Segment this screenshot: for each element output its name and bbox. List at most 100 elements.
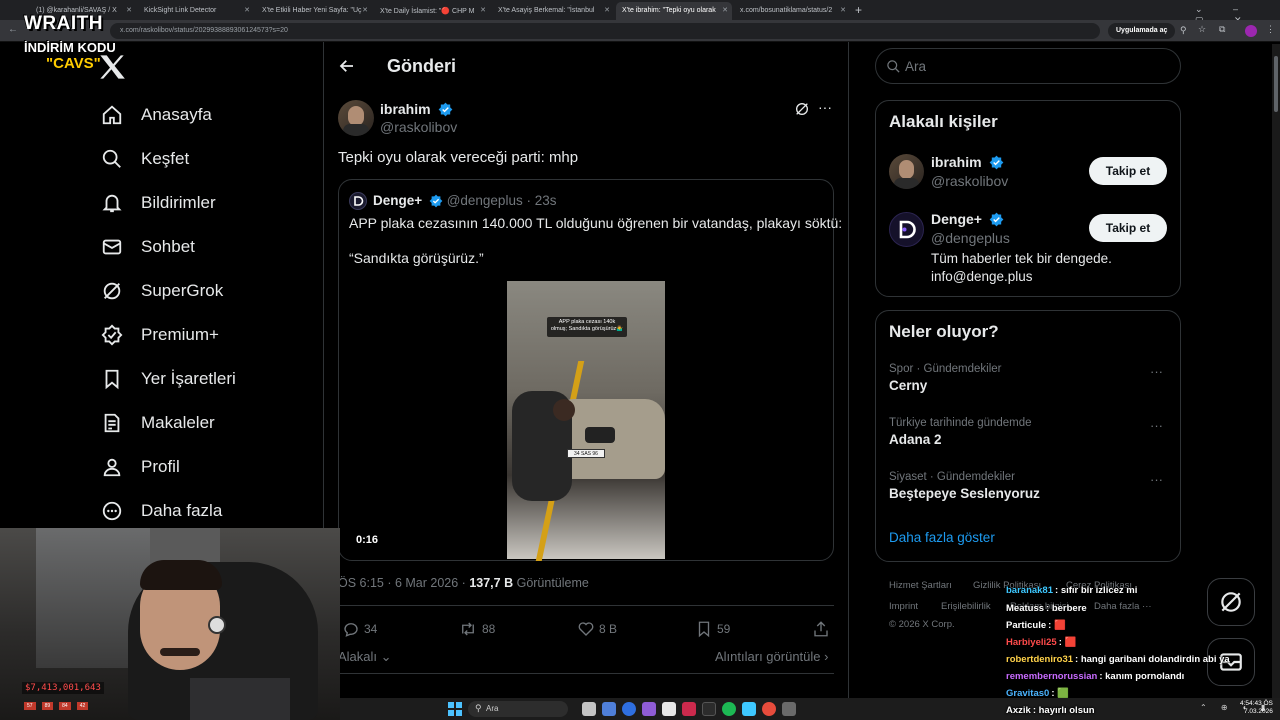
nav-notifications[interactable]: Bildirimler xyxy=(100,185,216,221)
person-handle[interactable]: @raskolibov xyxy=(931,173,1008,189)
footer-more-link[interactable]: Daha fazla ··· xyxy=(1094,601,1152,612)
sort-dropdown[interactable]: Alakalı ⌄ xyxy=(338,649,392,665)
extensions-icon[interactable]: ⧉ xyxy=(1219,24,1225,35)
zoom-icon[interactable]: ⚲ xyxy=(1180,25,1187,36)
url-field[interactable]: x.com/raskolibov/status/2029938889306124… xyxy=(110,23,1100,39)
footer-imprint-link[interactable]: Imprint xyxy=(889,601,918,612)
person-name-row[interactable]: Denge+ xyxy=(931,211,1004,229)
more-options-icon[interactable]: ··· xyxy=(818,99,832,115)
show-more-link[interactable]: Daha fazla göster xyxy=(889,530,995,545)
back-arrow-icon[interactable] xyxy=(338,57,356,75)
share-button[interactable] xyxy=(812,620,830,638)
footer-terms-link[interactable]: Hizmet Şartları xyxy=(889,580,952,591)
windows-start-icon[interactable] xyxy=(448,702,462,716)
close-icon[interactable]: ✕ xyxy=(362,6,368,14)
app-icon[interactable] xyxy=(582,702,596,716)
nav-articles[interactable]: Makaleler xyxy=(100,405,215,441)
browser-tab[interactable]: X'te Asayiş Berkemal: "İstanbul ✕ xyxy=(492,2,614,20)
close-icon[interactable]: ✕ xyxy=(480,6,486,14)
scrollbar[interactable] xyxy=(1272,44,1280,698)
app-icon[interactable] xyxy=(602,702,616,716)
view-count: 137,7 B xyxy=(469,576,514,590)
chat-message: remembernorussian: kanım pornolandı xyxy=(1006,671,1184,682)
nav-explore[interactable]: Keşfet xyxy=(100,141,189,177)
nav-bookmarks[interactable]: Yer İşaretleri xyxy=(100,361,236,397)
article-icon xyxy=(100,411,124,435)
grok-fab[interactable] xyxy=(1207,578,1255,626)
nav-more[interactable]: Daha fazla xyxy=(100,493,222,529)
open-in-app-button[interactable]: Uygulamada aç xyxy=(1108,23,1176,39)
app-icon[interactable] xyxy=(742,702,756,716)
trend-more-icon[interactable]: ··· xyxy=(1150,418,1163,433)
app-icon[interactable] xyxy=(662,702,676,716)
close-icon[interactable]: ✕ xyxy=(604,6,610,14)
search-icon xyxy=(886,59,901,74)
close-icon[interactable]: ✕ xyxy=(244,6,250,14)
back-icon[interactable]: ← xyxy=(8,24,18,35)
person-avatar[interactable] xyxy=(889,212,924,247)
author-handle[interactable]: @raskolibov xyxy=(380,119,457,135)
footer-accessibility-link[interactable]: Erişilebilirlik xyxy=(941,601,991,612)
post-timestamp[interactable]: ÖS 6:15 · 6 Mar 2026 · xyxy=(338,576,466,590)
app-icon[interactable] xyxy=(702,702,716,716)
bookmark-button[interactable]: 59 xyxy=(695,620,730,638)
browser-tab-active[interactable]: X'te ibrahim: "Tepki oyu olarak ✕ xyxy=(616,2,732,20)
nav-profile[interactable]: Profil xyxy=(100,449,180,485)
browser-tab[interactable]: X'te Daily İslamist: "🔴 CHP M ✕ xyxy=(374,2,490,20)
follow-button[interactable]: Takip et xyxy=(1089,214,1167,242)
nav-home[interactable]: Anasayfa xyxy=(100,97,212,133)
menu-icon[interactable]: ⋮ xyxy=(1266,24,1275,35)
video-player[interactable]: APP plaka cezası 140k olmuş; Sandıkta gö… xyxy=(507,281,665,561)
person-avatar[interactable] xyxy=(889,154,924,189)
trend-category: Türkiye tarihinde gündemde xyxy=(889,417,1032,429)
person-handle[interactable]: @dengeplus xyxy=(931,230,1010,246)
chat-message: Axzik: hayırlı olsun xyxy=(1006,705,1095,716)
follow-button[interactable]: Takip et xyxy=(1089,157,1167,185)
author-name-row[interactable]: ibrahim xyxy=(380,101,453,119)
app-icon[interactable] xyxy=(682,702,696,716)
search-icon xyxy=(100,147,124,171)
browser-tab[interactable]: X'te Etkili Haber Yeni Sayfa: "Uç ✕ xyxy=(256,2,372,20)
spotify-icon[interactable] xyxy=(722,702,736,716)
author-avatar[interactable] xyxy=(338,100,374,136)
author-name[interactable]: ibrahim xyxy=(380,101,431,117)
new-tab-button[interactable]: + xyxy=(855,3,862,17)
person-name[interactable]: ibrahim xyxy=(931,154,982,170)
search-box[interactable]: Ara xyxy=(875,48,1181,84)
trend-item[interactable]: Türkiye tarihinde gündemde Adana 2 xyxy=(889,417,1032,447)
close-icon[interactable]: ✕ xyxy=(126,6,132,14)
scrollbar-thumb[interactable] xyxy=(1274,56,1278,112)
app-icon[interactable] xyxy=(642,702,656,716)
reply-button[interactable]: 34 xyxy=(342,620,377,638)
browser-tab[interactable]: x.com/bosunatiklama/status/2 ✕ xyxy=(734,2,850,20)
view-quotes-link[interactable]: Alıntıları görüntüle › xyxy=(715,649,828,664)
trend-item[interactable]: Spor · Gündemdekiler Cerny xyxy=(889,363,1002,393)
cam-stats: 57 89 84 42 xyxy=(24,702,89,710)
star-icon[interactable]: ☆ xyxy=(1198,24,1206,35)
nav-premium[interactable]: Premium+ xyxy=(100,317,219,353)
trend-more-icon[interactable]: ··· xyxy=(1150,364,1163,379)
clock[interactable]: 4:54:43 ÖS 7.03.2026 xyxy=(1240,700,1273,716)
repost-button[interactable]: 88 xyxy=(458,620,495,638)
person-name-row[interactable]: ibrahim xyxy=(931,154,1004,172)
taskbar-search[interactable]: ⚲ Ara xyxy=(468,701,568,717)
grok-icon[interactable] xyxy=(794,101,810,117)
trend-more-icon[interactable]: ··· xyxy=(1150,472,1163,487)
trend-name: Beştepeye Seslenyoruz xyxy=(889,486,1040,501)
like-button[interactable]: 8 B xyxy=(577,620,617,638)
clock-date: 7.03.2026 xyxy=(1243,708,1273,715)
chat-user: Meatuss xyxy=(1006,603,1045,614)
trend-item[interactable]: Siyaset · Gündemdekiler Beştepeye Seslen… xyxy=(889,471,1040,501)
profile-avatar[interactable] xyxy=(1245,25,1257,37)
nav-label: Daha fazla xyxy=(141,501,223,520)
app-icon[interactable] xyxy=(762,702,776,716)
close-icon[interactable]: ✕ xyxy=(840,6,846,14)
app-icon[interactable] xyxy=(622,702,636,716)
nav-messages[interactable]: Sohbet xyxy=(100,229,195,265)
x-logo-icon[interactable] xyxy=(98,54,126,80)
person-name[interactable]: Denge+ xyxy=(931,211,982,227)
nav-grok[interactable]: SuperGrok xyxy=(100,273,223,309)
app-icon[interactable] xyxy=(782,702,796,716)
close-icon[interactable]: ✕ xyxy=(722,6,728,14)
browser-tab[interactable]: KickSight Link Detector ✕ xyxy=(138,2,254,20)
